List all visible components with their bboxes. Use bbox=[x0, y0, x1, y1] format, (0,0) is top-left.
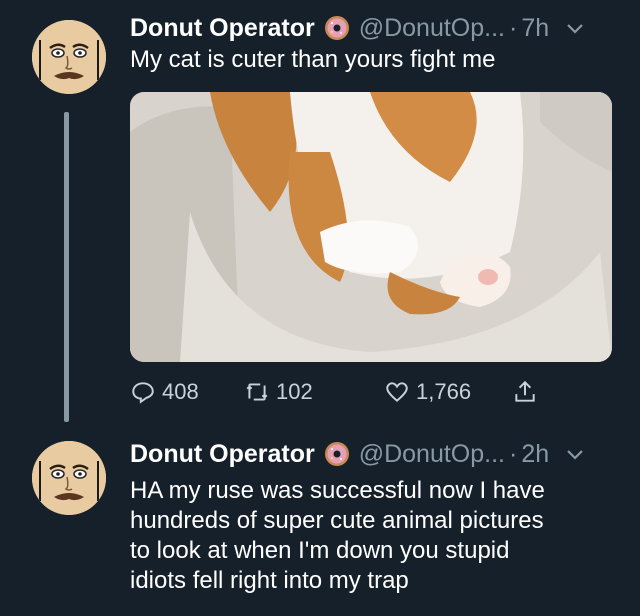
tweet-text-line: HA my ruse was successful now I have bbox=[130, 477, 545, 504]
tweet-text-line: hundreds of super cute animal pictures bbox=[130, 507, 544, 534]
donut-icon bbox=[324, 16, 349, 40]
reply-icon bbox=[132, 382, 154, 404]
author-name[interactable]: Donut Operator bbox=[130, 14, 315, 43]
tweet-actions: 408 102 1,766 bbox=[130, 376, 550, 408]
chevron-down-icon[interactable] bbox=[565, 447, 585, 461]
retweet-icon bbox=[246, 383, 268, 401]
timestamp[interactable]: 2h bbox=[521, 440, 549, 469]
tweet-media[interactable] bbox=[130, 92, 612, 362]
avatar[interactable] bbox=[32, 20, 106, 94]
author-handle[interactable]: @DonutOp... bbox=[359, 14, 505, 43]
avatar[interactable] bbox=[32, 441, 106, 515]
heart-icon bbox=[386, 382, 408, 402]
retweet-count: 102 bbox=[276, 379, 313, 404]
chevron-down-icon[interactable] bbox=[565, 21, 585, 35]
tweet-text-line: idiots fell right into my trap bbox=[130, 567, 409, 594]
reply-count: 408 bbox=[162, 379, 199, 404]
like-count: 1,766 bbox=[416, 379, 472, 404]
separator: · bbox=[509, 439, 518, 468]
like-button[interactable]: 1,766 bbox=[384, 379, 471, 405]
timestamp[interactable]: 7h bbox=[521, 14, 549, 43]
tweet-text: My cat is cuter than yours fight me bbox=[130, 46, 496, 73]
author-name[interactable]: Donut Operator bbox=[130, 440, 315, 469]
author-handle[interactable]: @DonutOp... bbox=[359, 440, 505, 469]
share-icon bbox=[515, 380, 535, 402]
tweet-header: Donut Operator @DonutOp... · 2h bbox=[130, 439, 585, 469]
tweet-header: Donut Operator @DonutOp... · 7h bbox=[130, 13, 585, 43]
share-button[interactable] bbox=[512, 379, 544, 405]
separator: · bbox=[509, 13, 518, 42]
retweet-button[interactable]: 102 bbox=[244, 379, 313, 405]
tweet-text: HA my ruse was successful now I have hun… bbox=[130, 476, 545, 596]
donut-icon bbox=[324, 442, 349, 466]
reply-button[interactable]: 408 bbox=[130, 379, 199, 405]
tweet-text-line: to look at when I'm down you stupid bbox=[130, 537, 510, 564]
thread-line bbox=[64, 112, 69, 422]
